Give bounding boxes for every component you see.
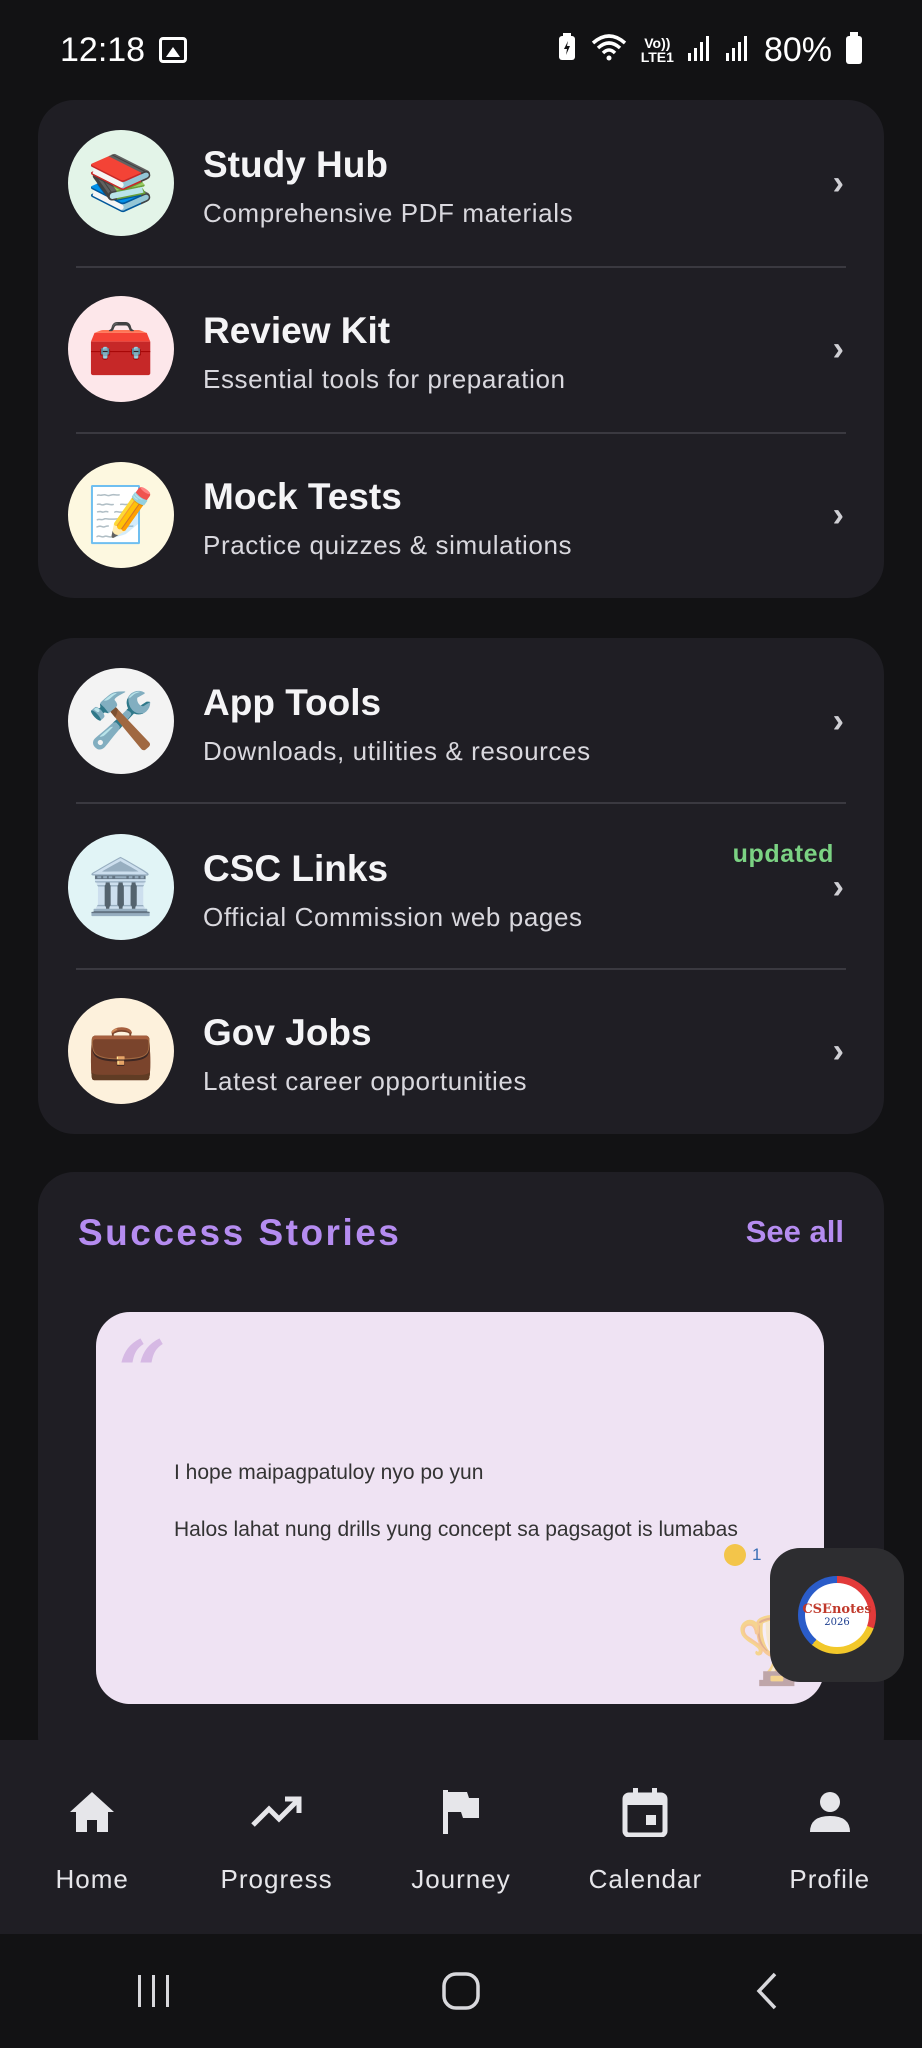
recent-apps-button[interactable] <box>94 1951 214 2031</box>
battery-percent: 80% <box>763 30 832 69</box>
nav-progress[interactable]: Progress <box>185 1740 369 1934</box>
updated-badge: updated <box>732 840 834 868</box>
logo-year: 2026 <box>824 1617 850 1628</box>
memo-icon-glyph: 📝 <box>87 485 155 545</box>
bottom-navigation: Home Progress Journey Calendar Profile <box>0 1740 922 1934</box>
wifi-icon <box>591 31 627 70</box>
menu-subtitle: Comprehensive PDF materials <box>203 198 574 228</box>
battery-icon <box>846 32 862 64</box>
recent-apps-icon <box>137 1975 169 2007</box>
toolbox-icon-glyph: 🧰 <box>87 319 155 379</box>
chevron-right-icon: › <box>832 1032 844 1070</box>
study-menu-card: 📚 Study Hub Comprehensive PDF materials … <box>38 100 884 598</box>
memo-icon: 📝 <box>68 462 174 568</box>
toolbox-icon: 🧰 <box>68 296 174 402</box>
nav-label: Journey <box>411 1864 511 1894</box>
signal-2-icon <box>725 31 750 70</box>
tools-icon: 🛠️ <box>68 668 174 774</box>
csenotes-floating-button[interactable]: CSEnotes 2026 <box>770 1548 904 1682</box>
menu-item-app-tools[interactable]: 🛠️ App Tools Downloads, utilities & reso… <box>38 638 884 804</box>
lte-label: LTE1 <box>640 49 674 65</box>
signal-1-icon <box>687 31 712 70</box>
testimonial-card[interactable]: “ I hope maipagpatuloy nyo po yun Halos … <box>96 1312 824 1704</box>
volte-indicator: Vo)) LTE1 <box>641 36 674 64</box>
quote-icon: “ <box>118 1322 167 1421</box>
menu-item-csc-links[interactable]: 🏛️ CSC Links Official Commission web pag… <box>38 802 884 968</box>
home-icon <box>66 1786 118 1838</box>
testimonial-line: Halos lahat nung drills yung concept sa … <box>174 1518 738 1541</box>
nav-label: Profile <box>789 1864 871 1894</box>
menu-title: Mock Tests <box>203 476 402 517</box>
nav-label: Home <box>55 1864 129 1894</box>
menu-subtitle: Downloads, utilities & resources <box>203 736 591 766</box>
chevron-right-icon: › <box>832 330 844 368</box>
see-all-link[interactable]: See all <box>746 1214 844 1250</box>
gallery-notification-icon <box>159 37 188 63</box>
resources-menu-card: 🛠️ App Tools Downloads, utilities & reso… <box>38 638 884 1134</box>
back-icon <box>756 1972 777 2010</box>
menu-subtitle: Latest career opportunities <box>203 1066 528 1096</box>
chevron-right-icon: › <box>832 164 844 202</box>
menu-subtitle: Essential tools for preparation <box>203 364 566 394</box>
nav-home[interactable]: Home <box>0 1740 184 1934</box>
menu-title: Gov Jobs <box>203 1012 372 1053</box>
government-building-icon-glyph: 🏛️ <box>87 857 155 917</box>
reaction-count: 1 <box>752 1545 762 1564</box>
csenotes-logo: CSEnotes 2026 <box>798 1576 876 1654</box>
government-building-icon: 🏛️ <box>68 834 174 940</box>
calendar-icon <box>619 1786 671 1838</box>
testimonial-line: I hope maipagpatuloy nyo po yun <box>174 1461 484 1484</box>
nav-journey[interactable]: Journey <box>369 1740 553 1934</box>
status-bar: 12:18 Vo)) LTE1 80% <box>0 0 922 100</box>
menu-title: App Tools <box>203 682 382 723</box>
section-title: Success Stories <box>78 1212 402 1253</box>
menu-subtitle: Official Commission web pages <box>203 902 583 932</box>
books-icon: 📚 <box>68 130 174 236</box>
emoji-reaction-icon <box>724 1544 746 1566</box>
home-circle-icon <box>442 1972 480 2010</box>
logo-title: CSEnotes <box>802 1602 872 1617</box>
home-system-button[interactable] <box>401 1951 521 2031</box>
nav-calendar[interactable]: Calendar <box>553 1740 737 1934</box>
status-left: 12:18 <box>60 30 188 70</box>
nav-profile[interactable]: Profile <box>738 1740 922 1934</box>
briefcase-icon-glyph: 💼 <box>87 1021 155 1081</box>
briefcase-icon: 💼 <box>68 998 174 1104</box>
nav-label: Calendar <box>588 1864 703 1894</box>
menu-item-mock-tests[interactable]: 📝 Mock Tests Practice quizzes & simulati… <box>38 432 884 598</box>
logo-inner: CSEnotes 2026 <box>802 1583 872 1647</box>
testimonial-text: I hope maipagpatuloy nyo po yun Halos la… <box>174 1458 774 1572</box>
person-icon <box>804 1786 856 1838</box>
menu-item-gov-jobs[interactable]: 💼 Gov Jobs Latest career opportunities › <box>38 968 884 1134</box>
chevron-right-icon: › <box>832 868 844 906</box>
success-stories-card: Success Stories See all “ I hope maipagp… <box>38 1172 884 1772</box>
nav-label: Progress <box>220 1864 333 1894</box>
reaction: 1 <box>724 1544 761 1566</box>
status-right: Vo)) LTE1 80% <box>557 31 862 70</box>
menu-title: Study Hub <box>203 144 388 185</box>
app-screen: 12:18 Vo)) LTE1 80% 📚 Study Hub Comprehe… <box>0 0 922 2048</box>
flag-icon <box>435 1786 487 1838</box>
battery-saver-icon <box>557 31 577 70</box>
books-icon-glyph: 📚 <box>87 153 155 213</box>
trending-up-icon <box>250 1786 303 1838</box>
clock: 12:18 <box>60 30 146 69</box>
chevron-right-icon: › <box>832 496 844 534</box>
back-button[interactable] <box>708 1951 828 2031</box>
menu-title: CSC Links <box>203 848 389 889</box>
system-navigation-bar <box>0 1934 922 2048</box>
menu-title: Review Kit <box>203 310 391 351</box>
menu-subtitle: Practice quizzes & simulations <box>203 530 573 560</box>
chevron-right-icon: › <box>832 702 844 740</box>
menu-item-review-kit[interactable]: 🧰 Review Kit Essential tools for prepara… <box>38 266 884 432</box>
tools-icon-glyph: 🛠️ <box>87 691 155 751</box>
menu-item-study-hub[interactable]: 📚 Study Hub Comprehensive PDF materials … <box>38 100 884 266</box>
